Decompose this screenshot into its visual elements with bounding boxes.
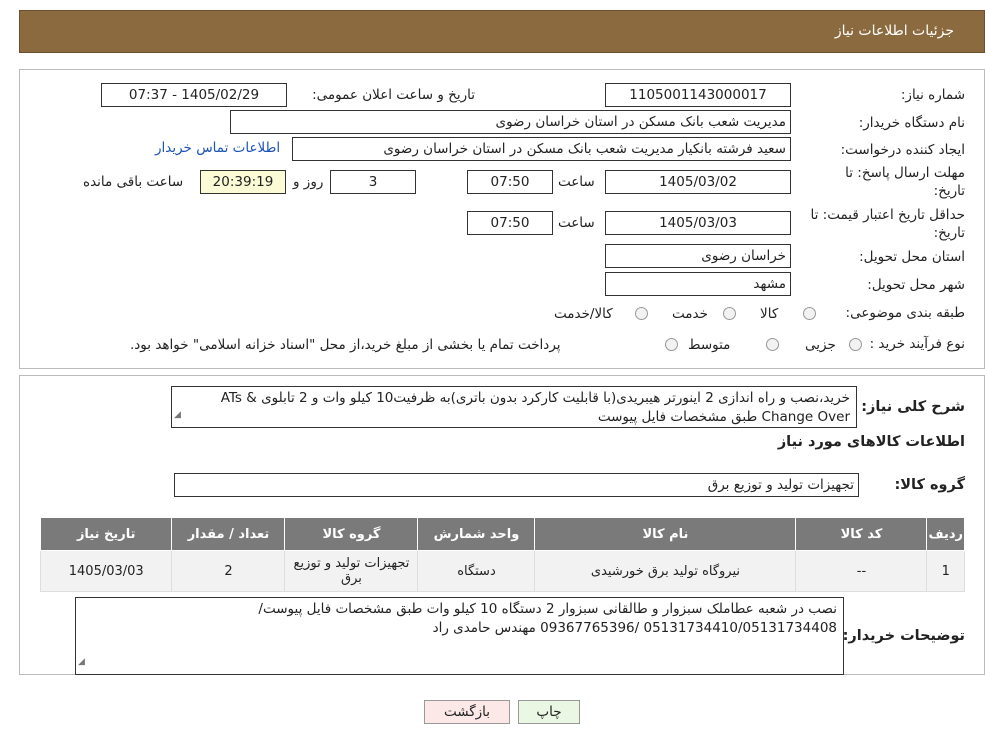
requester-field: سعید فرشته بانکیار مدیریت شعب بانک مسکن …	[292, 137, 791, 161]
col-unit: واحد شمارش	[417, 517, 536, 551]
buyer-notes-text: نصب در شعبه عطاملک سبزوار و طالقانی سبزو…	[75, 597, 844, 675]
group-field: تجهیزات تولید و توزیع برق	[174, 473, 859, 497]
process-option-medium: متوسط	[688, 337, 731, 353]
cell-item-name: نیروگاه تولید برق خورشیدی	[534, 550, 797, 592]
city-field: مشهد	[605, 272, 791, 296]
category-option-goods-service: کالا/خدمت	[554, 306, 613, 322]
items-table-header: ردیف کد کالا نام کالا واحد شمارش گروه کا…	[39, 517, 965, 551]
cell-need-date: 1405/03/03	[39, 550, 173, 592]
validity-label-line1: حداقل تاریخ اعتبار قیمت: تا	[810, 207, 965, 223]
process-radio-minor[interactable]	[849, 338, 862, 351]
items-section-title: اطلاعات کالاهای مورد نیاز	[777, 434, 965, 450]
process-option-minor: جزیی	[805, 337, 836, 353]
category-radio-service[interactable]	[723, 307, 736, 320]
province-label: استان محل تحویل:	[859, 249, 965, 265]
deadline-label-line1: مهلت ارسال پاسخ: تا	[845, 165, 965, 181]
validity-time-field: 07:50	[467, 211, 553, 235]
col-quantity: تعداد / مقدار	[171, 517, 286, 551]
category-option-service: خدمت	[672, 306, 708, 322]
category-label: طبقه بندی موضوعی:	[845, 305, 965, 321]
remaining-label: ساعت باقی مانده	[83, 174, 184, 190]
table-row: 1 -- نیروگاه تولید برق خورشیدی دستگاه تج…	[39, 550, 965, 592]
back-button[interactable]: بازگشت	[424, 700, 510, 724]
category-radio-goods[interactable]	[803, 307, 816, 320]
cell-group: تجهیزات تولید و توزیع برق	[284, 550, 419, 592]
validity-hour-label: ساعت	[558, 215, 595, 231]
summary-text: خرید،نصب و راه اندازی 2 اینورتر هیبریدی(…	[171, 386, 857, 428]
col-group: گروه کالا	[284, 517, 419, 551]
validity-date-field: 1405/03/03	[605, 211, 791, 235]
print-button[interactable]: چاپ	[518, 700, 580, 724]
cell-quantity: 2	[171, 550, 286, 592]
remaining-time-field: 20:39:19	[200, 170, 286, 194]
items-table: ردیف کد کالا نام کالا واحد شمارش گروه کا…	[39, 517, 965, 592]
days-label: روز و	[293, 174, 324, 190]
resize-grip-icon[interactable]: ◢	[78, 653, 85, 672]
deadline-label-line2: تاریخ:	[933, 183, 965, 199]
deadline-time-field: 07:50	[467, 170, 553, 194]
treasury-checkbox[interactable]	[665, 338, 678, 351]
col-row-number: ردیف	[926, 517, 965, 551]
requester-label: ایجاد کننده درخواست:	[840, 142, 965, 158]
cell-unit: دستگاه	[417, 550, 536, 592]
cell-row-number: 1	[926, 550, 965, 592]
resize-grip-icon[interactable]: ◢	[174, 406, 181, 425]
city-label: شهر محل تحویل:	[867, 277, 965, 293]
col-item-code: کد کالا	[795, 517, 928, 551]
page-header: جزئیات اطلاعات نیاز	[19, 10, 985, 53]
category-radio-goods-service[interactable]	[635, 307, 648, 320]
cell-item-code: --	[795, 550, 928, 592]
buyer-org-field: مدیریت شعب بانک مسکن در استان خراسان رضو…	[230, 110, 791, 134]
col-need-date: تاریخ نیاز	[39, 517, 173, 551]
need-number-label: شماره نیاز:	[900, 87, 965, 103]
validity-label-line2: تاریخ:	[933, 225, 965, 241]
summary-label: شرح کلی نیاز:	[861, 399, 965, 415]
page-title: جزئیات اطلاعات نیاز	[834, 23, 954, 39]
announce-field: 1405/02/29 - 07:37	[101, 83, 287, 107]
buyer-notes-label: توضیحات خریدار:	[842, 628, 965, 644]
announce-label: تاریخ و ساعت اعلان عمومی:	[312, 87, 475, 103]
need-number-field: 1105001143000017	[605, 83, 791, 107]
process-label: نوع فرآیند خرید :	[869, 336, 965, 352]
deadline-hour-label: ساعت	[558, 174, 595, 190]
deadline-date-field: 1405/03/02	[605, 170, 791, 194]
buyer-org-label: نام دستگاه خریدار:	[858, 115, 965, 131]
process-note: پرداخت تمام یا بخشی از مبلغ خرید،از محل …	[130, 337, 561, 353]
process-radio-medium[interactable]	[766, 338, 779, 351]
category-option-goods: کالا	[760, 306, 779, 322]
group-label: گروه کالا:	[894, 477, 965, 493]
col-item-name: نام کالا	[534, 517, 797, 551]
buyer-contact-link[interactable]: اطلاعات تماس خریدار	[155, 140, 280, 156]
province-field: خراسان رضوی	[605, 244, 791, 268]
days-field: 3	[330, 170, 416, 194]
